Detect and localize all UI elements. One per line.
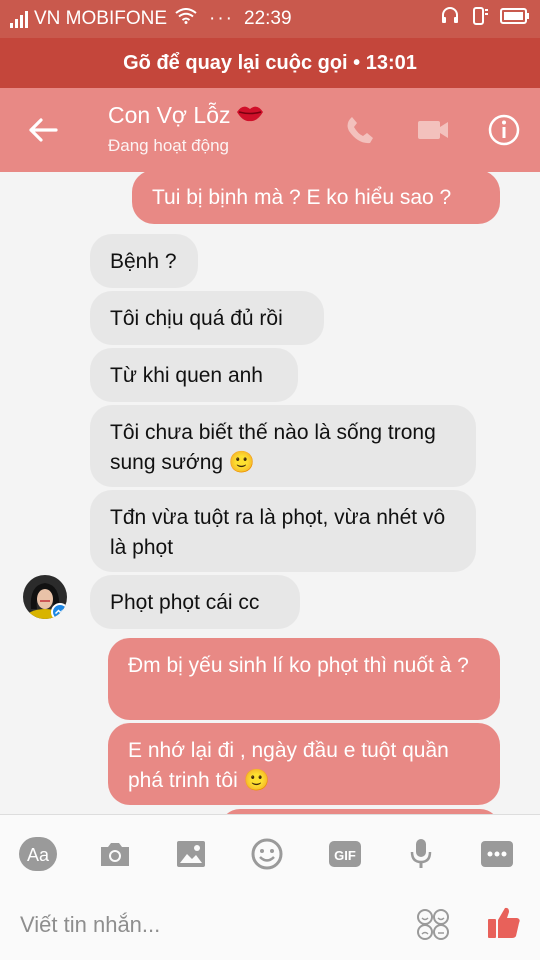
contact-name-group[interactable]: Con Vợ Lỗz (108, 102, 264, 129)
contact-avatar[interactable] (23, 575, 67, 619)
headset-icon (440, 6, 460, 31)
outgoing-message[interactable]: Tui bị bịnh mà ? E ko hiểu sao ? (132, 172, 500, 224)
incoming-message[interactable]: Tđn vừa tuột ra là phọt, vừa nhét vô là … (90, 490, 476, 572)
conversation-header: Con Vợ Lỗz Đang hoạt động (0, 88, 540, 172)
carrier-name: VN MOBIFONE (34, 8, 168, 29)
more-dots: ··· (209, 8, 234, 29)
return-to-call-banner[interactable]: Gõ để quay lại cuộc gọi • 13:01 (0, 38, 540, 88)
composer: Viết tin nhắn... (0, 890, 540, 960)
aa-label: Aa (27, 845, 50, 865)
video-call-icon[interactable] (416, 114, 450, 151)
incoming-message[interactable]: Từ khi quen anh (90, 348, 298, 402)
phone-call-icon[interactable] (344, 114, 376, 151)
outgoing-message[interactable]: Đm bị yếu sinh lí ko phọt thì nuốt à ? (108, 638, 500, 720)
status-icons (440, 6, 530, 31)
carrier-group: VN MOBIFONE ··· (10, 8, 234, 30)
gif-icon[interactable]: GIF (326, 835, 364, 873)
gif-label: GIF (334, 848, 356, 863)
info-icon[interactable] (488, 114, 520, 151)
messenger-badge-icon (51, 603, 67, 619)
message-list[interactable]: Tui bị bịnh mà ? E ko hiểu sao ? Bệnh ? … (0, 172, 540, 814)
incoming-message[interactable]: Phọt phọt cái cc (90, 575, 300, 629)
aa-icon[interactable]: Aa (19, 835, 57, 873)
incoming-message[interactable]: Tôi chưa biết thế nào là sống trong sung… (90, 405, 476, 487)
camera-icon[interactable] (96, 835, 134, 873)
incoming-message[interactable]: Tôi chịu quá đủ rồi (90, 291, 324, 345)
stickers-icon[interactable] (416, 908, 450, 945)
incoming-message[interactable]: Bệnh ? (90, 234, 198, 288)
status-bar: VN MOBIFONE ··· 22:39 (0, 0, 540, 38)
active-status: Đang hoạt động (108, 136, 229, 155)
outgoing-message[interactable]: E nhớ lại đi , ngày đầu e tuột quần phá … (108, 723, 500, 805)
emoji-icon[interactable] (248, 835, 286, 873)
message-input[interactable]: Viết tin nhắn... (20, 912, 160, 938)
signal-icon (10, 10, 30, 28)
contact-name: Con Vợ Lỗz (108, 102, 231, 128)
more-icon[interactable] (478, 835, 516, 873)
gallery-icon[interactable] (172, 835, 210, 873)
microphone-icon[interactable] (402, 835, 440, 873)
composer-toolbar: Aa GIF (0, 814, 540, 890)
kiss-lips-icon (236, 102, 264, 129)
phone-signal-icon (470, 6, 490, 31)
thumbs-up-icon[interactable] (486, 904, 522, 945)
status-time: 22:39 (244, 8, 292, 29)
battery-icon (500, 7, 530, 30)
back-arrow-icon[interactable] (28, 116, 58, 144)
wifi-icon (175, 8, 197, 30)
